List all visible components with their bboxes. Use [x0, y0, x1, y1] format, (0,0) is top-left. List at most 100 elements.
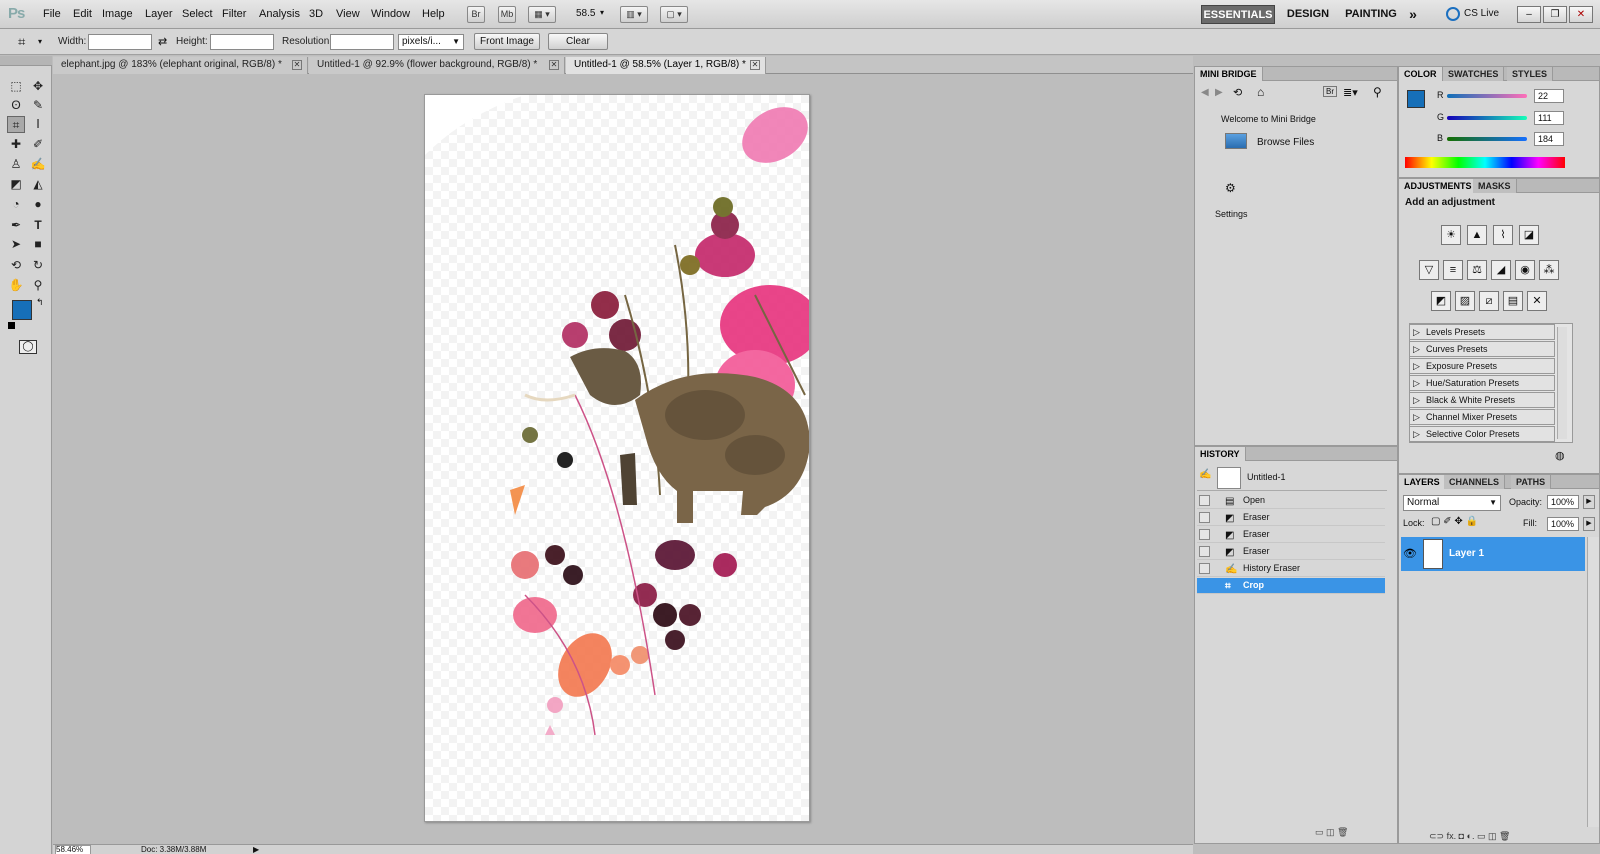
resolution-units-select[interactable]: pixels/i... ▼	[398, 34, 464, 50]
preset-levels[interactable]: Levels Presets	[1409, 324, 1555, 340]
status-menu-arrow[interactable]: ▶	[253, 845, 259, 854]
clear-button[interactable]: Clear	[548, 33, 608, 50]
preset-curves[interactable]: Curves Presets	[1409, 341, 1555, 357]
layers-scrollbar[interactable]	[1587, 537, 1599, 827]
history-source-checkbox[interactable]	[1199, 512, 1210, 523]
resolution-input[interactable]	[330, 34, 394, 50]
blur-tool-icon[interactable]: ◔	[7, 196, 25, 213]
exposure-icon[interactable]: ◪	[1519, 225, 1539, 245]
move-tool-icon[interactable]: ✥	[29, 78, 47, 95]
workspace-design[interactable]: DESIGN	[1282, 5, 1334, 24]
layer-row-selected[interactable]: 👁 Layer 1	[1401, 537, 1585, 571]
forward-icon[interactable]: ▶	[1215, 87, 1223, 98]
menu-help[interactable]: Help	[422, 8, 445, 20]
screen-mode-button[interactable]: ▢ ▾	[660, 6, 688, 23]
color-foreground-swatch[interactable]	[1407, 90, 1425, 108]
layers-footer-icons[interactable]: ⊂⊃ fx. ◘ ◐. ▭ ◫ 🗑	[1429, 831, 1510, 842]
photo-filter-icon[interactable]: ◉	[1515, 260, 1535, 280]
marquee-tool-icon[interactable]: ⬚	[7, 78, 25, 95]
opacity-input[interactable]: 100%	[1547, 495, 1579, 509]
tab-masks[interactable]: MASKS	[1473, 179, 1517, 193]
preset-black-white[interactable]: Black & White Presets	[1409, 392, 1555, 408]
zoom-tool-icon[interactable]: ⚲	[29, 277, 47, 294]
history-source-checkbox[interactable]	[1199, 495, 1210, 506]
threshold-icon[interactable]: ⧄	[1479, 291, 1499, 311]
width-input[interactable]	[88, 34, 152, 50]
minimize-button[interactable]: –	[1517, 6, 1541, 23]
dodge-tool-icon[interactable]: ●	[29, 196, 47, 213]
history-source-checkbox[interactable]	[1199, 546, 1210, 557]
path-selection-tool-icon[interactable]: ➤	[7, 236, 25, 253]
browse-files-icon[interactable]	[1225, 133, 1247, 149]
tab-adjustments[interactable]: ADJUSTMENTS	[1399, 179, 1478, 193]
menu-file[interactable]: File	[43, 8, 61, 20]
type-tool-icon[interactable]: T	[29, 217, 47, 234]
more-workspaces-chevron[interactable]: »	[1404, 5, 1422, 24]
rectangle-tool-icon[interactable]: ■	[29, 236, 47, 253]
default-colors-icon[interactable]	[8, 322, 15, 329]
blend-mode-select[interactable]: Normal ▼	[1403, 495, 1501, 511]
menu-image[interactable]: Image	[102, 8, 133, 20]
eye-icon[interactable]: 👁	[1403, 547, 1417, 560]
view-extras-button[interactable]: ▦ ▾	[528, 6, 556, 23]
swap-dimensions-icon[interactable]: ⇄	[158, 35, 167, 48]
3d-orbit-tool-icon[interactable]: ↻	[29, 257, 47, 274]
preset-exposure[interactable]: Exposure Presets	[1409, 358, 1555, 374]
height-input[interactable]	[210, 34, 274, 50]
menu-window[interactable]: Window	[371, 8, 410, 20]
menu-3d[interactable]: 3D	[309, 8, 323, 20]
arrange-documents-button[interactable]: ▥ ▾	[620, 6, 648, 23]
tab-layer1[interactable]: Untitled-1 @ 58.5% (Layer 1, RGB/8) * ✕	[566, 57, 766, 74]
menu-layer[interactable]: Layer	[145, 8, 173, 20]
front-image-button[interactable]: Front Image	[474, 33, 540, 50]
crop-tool-icon[interactable]: ⌗	[7, 116, 25, 133]
bridge-button[interactable]: Br	[467, 6, 485, 23]
zoom-level-value[interactable]: 58.5	[576, 8, 595, 19]
history-footer-icons[interactable]: ▭ ◫ 🗑	[1315, 827, 1348, 838]
hand-tool-icon[interactable]: ✋	[7, 277, 25, 294]
fill-input[interactable]: 100%	[1547, 517, 1579, 531]
doc-size-info[interactable]: Doc: 3.38M/3.88M	[141, 845, 206, 854]
brush-tool-icon[interactable]: ✐	[29, 136, 47, 153]
crop-tool-preset-icon[interactable]: ⌗	[18, 34, 25, 50]
hue-saturation-icon[interactable]: ≡	[1443, 260, 1463, 280]
3d-rotate-tool-icon[interactable]: ⟲	[7, 257, 25, 274]
menu-filter[interactable]: Filter	[222, 8, 246, 20]
levels-icon[interactable]: ▲	[1467, 225, 1487, 245]
curves-icon[interactable]: ⌇	[1493, 225, 1513, 245]
tab-styles[interactable]: STYLES	[1507, 67, 1554, 81]
lock-icons[interactable]: ▢ ✐ ✥ 🔒	[1431, 516, 1478, 527]
history-source-checkbox[interactable]	[1199, 580, 1210, 591]
tab-channels[interactable]: CHANNELS	[1444, 475, 1506, 489]
zoom-field[interactable]: 58.46%	[55, 845, 91, 854]
history-brush-tool-icon[interactable]: ✍	[29, 156, 47, 173]
eyedropper-tool-icon[interactable]: ⵏ	[29, 116, 47, 133]
zoom-dropdown-arrow[interactable]: ▾	[600, 8, 604, 17]
history-step-selected[interactable]: ⌗ Crop	[1197, 578, 1385, 594]
g-slider[interactable]	[1447, 116, 1527, 120]
back-icon[interactable]: ◀	[1201, 87, 1209, 98]
clone-stamp-tool-icon[interactable]: ♙	[7, 156, 25, 173]
foreground-color-swatch[interactable]	[12, 300, 32, 320]
fill-slider-arrow[interactable]: ▶	[1583, 517, 1595, 531]
close-icon[interactable]: ✕	[549, 60, 559, 70]
tab-elephant[interactable]: elephant.jpg @ 183% (elephant original, …	[53, 57, 308, 74]
recent-folders-icon[interactable]: ⟲	[1233, 86, 1242, 99]
history-step[interactable]: ◩ Eraser	[1197, 544, 1385, 560]
home-icon[interactable]: ⌂	[1257, 85, 1264, 99]
tab-flower-background[interactable]: Untitled-1 @ 92.9% (flower background, R…	[309, 57, 565, 74]
history-brush-source-icon[interactable]: ✍	[1199, 469, 1211, 480]
layer-name[interactable]: Layer 1	[1449, 548, 1484, 559]
r-slider[interactable]	[1447, 94, 1527, 98]
search-icon[interactable]: ⚲	[1373, 85, 1382, 99]
menu-view[interactable]: View	[336, 8, 360, 20]
color-balance-icon[interactable]: ⚖	[1467, 260, 1487, 280]
vibrance-icon[interactable]: ▽	[1419, 260, 1439, 280]
brightness-icon[interactable]: ☀	[1441, 225, 1461, 245]
quick-selection-tool-icon[interactable]: ✎	[29, 97, 47, 114]
channel-mixer-icon[interactable]: ⁂	[1539, 260, 1559, 280]
history-step[interactable]: ◩ Eraser	[1197, 510, 1385, 526]
tools-panel-header[interactable]	[0, 56, 52, 66]
quick-mask-icon[interactable]: ◯	[19, 340, 37, 354]
document-canvas[interactable]	[424, 94, 810, 822]
